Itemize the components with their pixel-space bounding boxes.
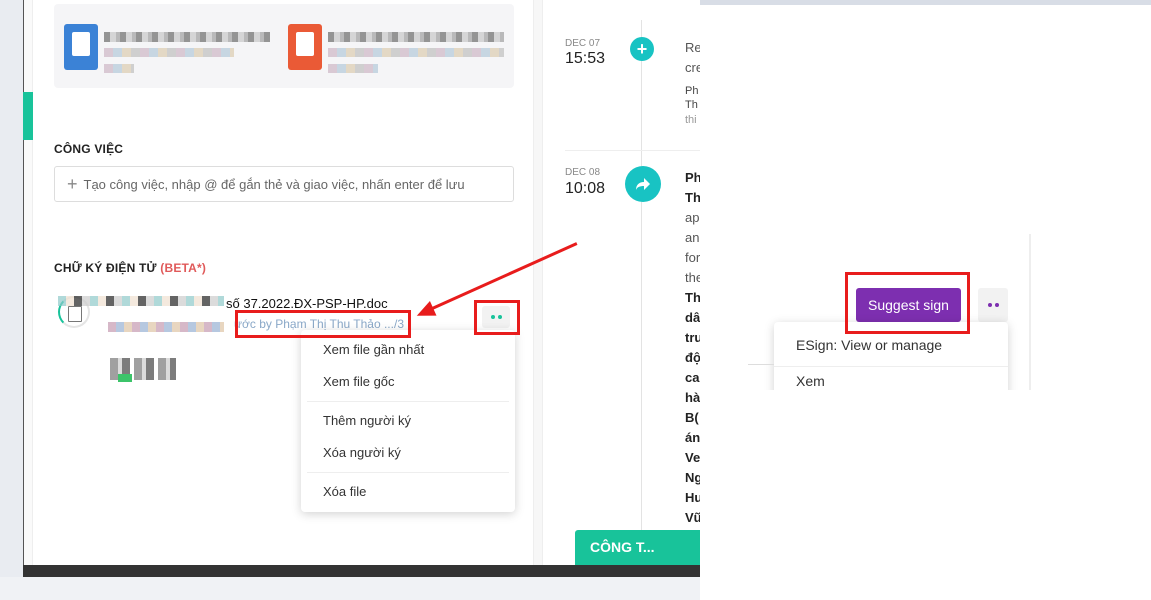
bottom-strip bbox=[0, 577, 700, 600]
menu-item-view-latest[interactable]: Xem file gần nhất bbox=[301, 334, 515, 366]
task-input-placeholder: Tạo công việc, nhập @ để gắn thẻ và giao… bbox=[83, 176, 465, 192]
timeline-text: Th bbox=[685, 290, 700, 305]
share-arrow-icon bbox=[625, 166, 661, 202]
timeline-date: DEC 07 bbox=[565, 38, 601, 49]
timeline-line bbox=[641, 20, 642, 540]
task-input[interactable]: + Tạo công việc, nhập @ để gắn thẻ và gi… bbox=[54, 166, 514, 202]
menu-item-add-signer[interactable]: Thêm người ký bbox=[301, 405, 515, 437]
timeline-text: độ bbox=[685, 350, 700, 365]
left-gutter bbox=[24, 0, 33, 570]
timeline-text: B( bbox=[685, 410, 699, 425]
tasks-title: CÔNG VIỆC bbox=[54, 142, 124, 156]
annotation-box-more-button bbox=[474, 300, 520, 335]
timeline-text: Th bbox=[685, 190, 700, 205]
timeline-text: dâ bbox=[685, 310, 700, 325]
file-meta-redacted bbox=[104, 48, 234, 57]
inset-more-options-button[interactable] bbox=[978, 288, 1008, 322]
timeline-text: an bbox=[685, 230, 700, 245]
dot-icon bbox=[994, 303, 999, 307]
timeline-text: tru bbox=[685, 330, 700, 345]
timeline-text: ca bbox=[685, 370, 700, 385]
dot-icon bbox=[987, 303, 992, 307]
plus-icon: + bbox=[67, 174, 78, 194]
timeline-text: Ng bbox=[685, 470, 700, 485]
window-bottom-bar bbox=[23, 565, 700, 577]
timeline-time: 15:53 bbox=[565, 50, 606, 67]
file-meta-redacted bbox=[328, 48, 504, 57]
share-arrow-svg bbox=[636, 178, 650, 190]
timeline-text: án bbox=[685, 430, 700, 445]
file-meta-redacted bbox=[104, 64, 134, 73]
file-meta-redacted bbox=[328, 64, 378, 73]
attachments-panel bbox=[54, 4, 514, 88]
plus-icon: + bbox=[630, 37, 654, 61]
esign-title: CHỮ KÝ ĐIỆN TỬ (BETA*) bbox=[54, 261, 206, 275]
timeline-separator bbox=[565, 150, 700, 151]
timeline-text: for bbox=[685, 250, 700, 265]
left-accent-bar bbox=[23, 92, 33, 140]
annotation-box-document bbox=[235, 310, 411, 338]
annotation-box-suggest-sign bbox=[845, 272, 970, 334]
menu-divider bbox=[774, 366, 1008, 367]
inset-edge bbox=[1029, 234, 1031, 390]
timeline-text: Re bbox=[685, 40, 700, 55]
timeline-text: ap bbox=[685, 210, 700, 225]
inset-divider bbox=[748, 364, 774, 365]
menu-divider bbox=[307, 472, 509, 473]
word-document-icon[interactable] bbox=[64, 24, 98, 70]
timeline-time: 10:08 bbox=[565, 180, 606, 197]
file-name-redacted bbox=[104, 32, 270, 42]
cong-viec-button[interactable]: CÔNG T... bbox=[575, 530, 700, 565]
timeline-text: Hu bbox=[685, 490, 700, 505]
redacted-status bbox=[118, 374, 132, 382]
timeline-text: cre bbox=[685, 60, 700, 75]
timeline-text: the bbox=[685, 270, 700, 285]
file-name-redacted bbox=[328, 32, 504, 42]
menu-divider bbox=[307, 401, 509, 402]
document-name[interactable]: số 37.2022.ĐX-PSP-HP.doc bbox=[226, 296, 388, 311]
file-context-menu: Xem file gần nhất Xem file gốc Thêm ngườ… bbox=[301, 330, 515, 512]
timeline-text: Ve bbox=[685, 450, 700, 465]
timeline-text: Ph bbox=[685, 170, 700, 185]
column-divider bbox=[533, 0, 543, 565]
menu-item-remove-signer[interactable]: Xóa người ký bbox=[301, 437, 515, 469]
menu-item-esign-view[interactable]: ESign: View or manage bbox=[796, 337, 942, 353]
timeline-text: hà bbox=[685, 390, 700, 405]
menu-item-view[interactable]: Xem bbox=[796, 373, 825, 389]
redacted-name bbox=[58, 296, 224, 306]
timeline-text: Ph bbox=[685, 85, 699, 97]
app-region: CÔNG VIỆC + Tạo công việc, nhập @ để gắn… bbox=[0, 0, 700, 600]
timeline-text: Vũ bbox=[685, 510, 700, 525]
redacted-meta bbox=[108, 322, 224, 332]
timeline-text: thi bbox=[685, 114, 697, 126]
menu-item-view-original[interactable]: Xem file gốc bbox=[301, 366, 515, 398]
timeline-date: DEC 08 bbox=[565, 167, 601, 178]
pdf-document-icon[interactable] bbox=[288, 24, 322, 70]
menu-item-delete-file[interactable]: Xóa file bbox=[301, 476, 515, 508]
beta-label: (BETA*) bbox=[160, 261, 207, 275]
esign-title-text: CHỮ KÝ ĐIỆN TỬ bbox=[54, 261, 157, 275]
screenshot-canvas: CÔNG VIỆC + Tạo công việc, nhập @ để gắn… bbox=[0, 0, 1151, 600]
